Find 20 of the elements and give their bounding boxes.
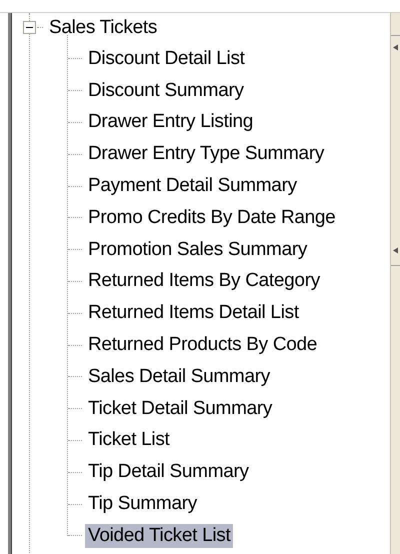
left-arrow-icon[interactable] — [392, 44, 399, 51]
left-arrow-icon[interactable] — [392, 247, 399, 254]
tree-item[interactable]: Voided Ticket List — [85, 524, 234, 548]
collapse-icon[interactable] — [23, 21, 36, 34]
tree-item[interactable]: Ticket Detail Summary — [85, 396, 276, 421]
tree-item[interactable]: Ticket List — [85, 428, 173, 452]
tree-item[interactable]: Promotion Sales Summary — [85, 238, 310, 262]
tree-item[interactable]: Returned Items By Category — [85, 269, 323, 294]
tree-item[interactable]: Tip Summary — [85, 492, 200, 516]
tree-item[interactable]: Drawer Entry Listing — [85, 110, 256, 134]
tree-item[interactable]: Tip Detail Summary — [85, 460, 252, 484]
tree-item[interactable]: Sales Tickets — [46, 16, 160, 40]
tree-item[interactable]: Drawer Entry Type Summary — [85, 142, 328, 166]
tree-item[interactable]: Sales Detail Summary — [85, 364, 273, 389]
tree-item[interactable]: Discount Summary — [85, 78, 247, 103]
tree-item[interactable]: Returned Items Detail List — [85, 301, 302, 326]
tree-item[interactable]: Returned Products By Code — [85, 333, 320, 358]
tree-item[interactable]: Payment Detail Summary — [85, 174, 300, 198]
tree-item[interactable]: Promo Credits By Date Range — [85, 206, 338, 230]
tree-item[interactable]: Discount Detail List — [85, 46, 248, 71]
